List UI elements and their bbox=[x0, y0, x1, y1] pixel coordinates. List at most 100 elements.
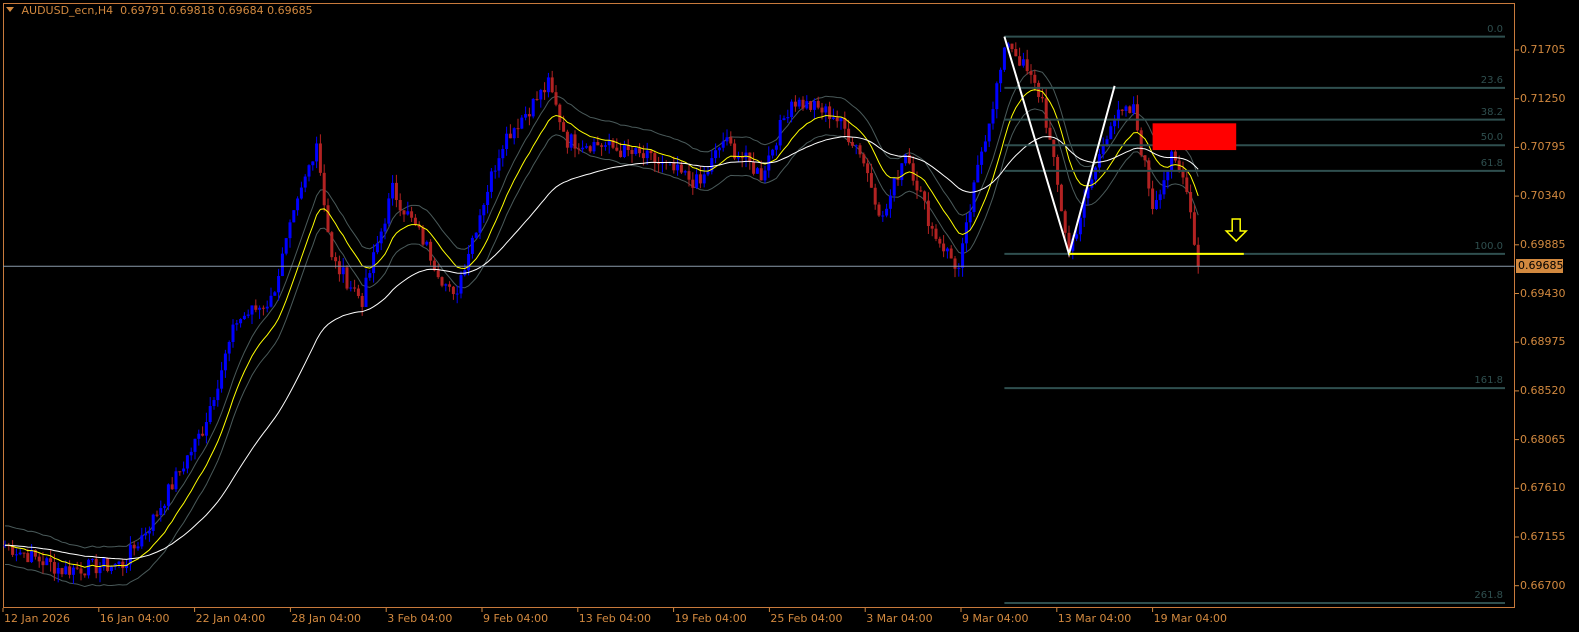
candle-body bbox=[49, 558, 53, 563]
candle-body bbox=[717, 147, 721, 151]
candle-body bbox=[588, 146, 592, 152]
time-axis-label: 28 Jan 04:00 bbox=[291, 612, 362, 625]
candle-body bbox=[622, 144, 626, 157]
candle-body bbox=[489, 171, 493, 192]
time-axis-label: 22 Jan 04:00 bbox=[195, 612, 266, 625]
candle-body bbox=[1029, 71, 1033, 75]
time-axis-label: 19 Mar 04:00 bbox=[1153, 612, 1228, 625]
candle-body bbox=[926, 200, 930, 227]
candle-body bbox=[212, 400, 216, 407]
candle-body bbox=[866, 163, 870, 174]
price-axis-label: 0.71250 bbox=[1520, 91, 1566, 105]
current-price-badge: 0.69685 bbox=[1516, 259, 1564, 274]
candle-body bbox=[687, 171, 691, 180]
candle-body bbox=[1078, 217, 1082, 235]
candle-body bbox=[307, 165, 311, 177]
candle-body bbox=[398, 199, 402, 211]
candle-body bbox=[106, 558, 110, 571]
candle-body bbox=[394, 182, 398, 200]
candle-body bbox=[1173, 151, 1177, 161]
candle-body bbox=[615, 147, 619, 151]
candle-body bbox=[436, 270, 440, 278]
candle-body bbox=[983, 141, 987, 152]
candle-body bbox=[706, 171, 710, 175]
price-chart[interactable] bbox=[0, 0, 1579, 632]
candle-body bbox=[915, 180, 919, 191]
candle-body bbox=[759, 168, 763, 181]
candle-body bbox=[600, 145, 604, 147]
candle-body bbox=[364, 277, 368, 307]
candle-body bbox=[223, 353, 227, 371]
slow-ma-line bbox=[4, 136, 1199, 560]
candle-body bbox=[1109, 126, 1113, 140]
fib-level-label: 23.6 bbox=[1480, 74, 1503, 86]
candle-body bbox=[1139, 130, 1143, 156]
candle-body bbox=[242, 315, 246, 320]
candle-body bbox=[1059, 184, 1063, 212]
candle-body bbox=[995, 83, 999, 110]
candle-body bbox=[459, 275, 463, 294]
candle-body bbox=[52, 562, 56, 574]
candle-body bbox=[1158, 194, 1162, 201]
candle-body bbox=[1128, 106, 1132, 113]
candle-body bbox=[554, 92, 558, 105]
candle-body bbox=[695, 174, 699, 188]
candle-body bbox=[771, 149, 775, 156]
time-axis-label: 25 Feb 04:00 bbox=[770, 612, 843, 625]
candle-body bbox=[1097, 154, 1101, 168]
candle-body bbox=[341, 267, 345, 275]
candle-body bbox=[482, 204, 486, 216]
candle-body bbox=[410, 211, 414, 218]
candle-body bbox=[957, 267, 961, 269]
candle-body bbox=[805, 101, 809, 109]
candle-body bbox=[744, 152, 748, 159]
candle-body bbox=[1094, 167, 1098, 180]
candle-body bbox=[155, 514, 159, 516]
candle-body bbox=[1185, 177, 1189, 192]
candle-body bbox=[1075, 234, 1079, 239]
lower-band-line bbox=[4, 108, 1199, 588]
price-axis-label: 0.67610 bbox=[1520, 481, 1566, 495]
candle-body bbox=[277, 276, 281, 293]
high-price: 0.69818 bbox=[169, 4, 215, 17]
candle-body bbox=[83, 573, 87, 576]
candle-body bbox=[246, 314, 250, 316]
candle-body bbox=[79, 568, 83, 574]
price-axis-label: 0.70340 bbox=[1520, 189, 1566, 203]
candle-body bbox=[828, 106, 832, 119]
candle-body bbox=[577, 148, 581, 150]
candle-body bbox=[337, 261, 341, 275]
candle-body bbox=[1166, 171, 1170, 181]
symbol-label: AUDUSD_ecn,H4 bbox=[21, 4, 114, 17]
candle-body bbox=[98, 567, 102, 574]
candle-body bbox=[980, 151, 984, 165]
candle-body bbox=[763, 170, 767, 181]
candle-body bbox=[949, 248, 953, 259]
candle-body bbox=[630, 150, 634, 154]
candle-body bbox=[619, 150, 623, 157]
candle-body bbox=[239, 319, 243, 324]
candle-body bbox=[531, 98, 535, 117]
candle-body bbox=[1143, 155, 1147, 161]
candle-body bbox=[45, 558, 49, 566]
candle-body bbox=[68, 566, 72, 575]
candle-body bbox=[303, 176, 307, 188]
candle-body bbox=[721, 141, 725, 148]
candle-body bbox=[603, 145, 607, 147]
candle-body bbox=[1154, 200, 1158, 209]
candle-body bbox=[261, 307, 265, 309]
candle-body bbox=[573, 134, 577, 149]
candle-body bbox=[778, 119, 782, 146]
candle-body bbox=[558, 104, 562, 123]
fib-level-label: 50.0 bbox=[1480, 132, 1503, 144]
candle-body bbox=[786, 117, 790, 119]
candle-body bbox=[888, 195, 892, 209]
price-axis-label: 0.70795 bbox=[1520, 140, 1566, 154]
candle-body bbox=[596, 142, 600, 146]
fib-level-label: 100.0 bbox=[1474, 240, 1503, 252]
candle-body bbox=[991, 109, 995, 124]
candle-body bbox=[527, 114, 531, 117]
collapse-triangle-icon[interactable] bbox=[6, 7, 14, 12]
candle-body bbox=[265, 306, 269, 309]
candle-body bbox=[520, 117, 524, 129]
